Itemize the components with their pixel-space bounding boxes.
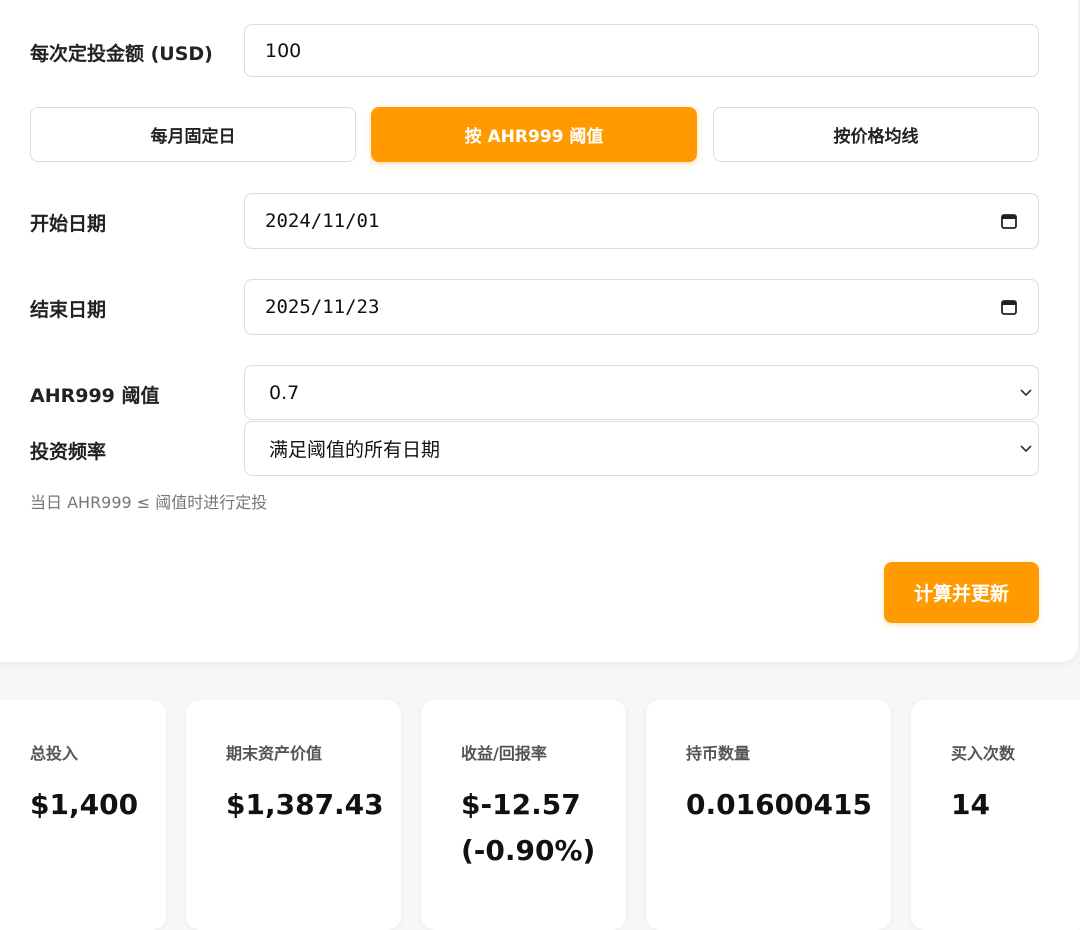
stat-value-percent: (-0.90%)	[461, 834, 596, 867]
threshold-select[interactable]: 0.7	[244, 365, 1039, 420]
amount-label: 每次定投金额 (USD)	[30, 43, 213, 65]
calculate-button[interactable]: 计算并更新	[884, 562, 1039, 623]
start-date-input[interactable]: 2024/11/01	[244, 193, 1039, 249]
mode-ahr999-button[interactable]: 按 AHR999 阈值	[371, 107, 697, 162]
mode-ma-button[interactable]: 按价格均线	[713, 107, 1039, 162]
mode-monthly-button[interactable]: 每月固定日	[30, 107, 356, 162]
calendar-icon[interactable]	[1000, 298, 1018, 316]
start-date-value: 2024/11/01	[265, 210, 380, 232]
stat-value: $1,400	[30, 788, 139, 821]
end-date-label: 结束日期	[30, 299, 107, 321]
stat-card-buy-count: 买入次数 14	[911, 700, 1080, 930]
frequency-value: 满足阈值的所有日期	[269, 439, 441, 461]
stat-label: 收益/回报率	[461, 744, 547, 763]
stat-value: 14	[951, 788, 990, 821]
chevron-down-icon	[1020, 441, 1032, 457]
threshold-hint: 当日 AHR999 ≤ 阈值时进行定投	[30, 493, 268, 512]
frequency-label: 投资频率	[30, 441, 107, 463]
stat-card-holdings: 持币数量 0.01600415	[646, 700, 891, 930]
amount-value: 100	[265, 39, 302, 62]
frequency-select[interactable]: 满足阈值的所有日期	[244, 421, 1039, 476]
mode-ahr999-label: 按 AHR999 阈值	[464, 127, 604, 147]
threshold-value: 0.7	[269, 381, 300, 404]
calendar-icon[interactable]	[1000, 212, 1018, 230]
amount-input[interactable]: 100	[244, 24, 1039, 77]
end-date-value: 2025/11/23	[265, 296, 380, 318]
stat-value: 0.01600415	[686, 788, 872, 821]
stat-label: 持币数量	[686, 744, 751, 763]
threshold-label: AHR999 阈值	[30, 385, 160, 407]
stat-label: 期末资产价值	[226, 744, 323, 763]
end-date-input[interactable]: 2025/11/23	[244, 279, 1039, 335]
mode-monthly-label: 每月固定日	[150, 127, 236, 147]
chevron-down-icon	[1020, 385, 1032, 401]
stat-value: $-12.57	[461, 788, 581, 821]
start-date-label: 开始日期	[30, 213, 107, 235]
stat-label: 买入次数	[951, 744, 1016, 763]
stat-card-return: 收益/回报率 $-12.57 (-0.90%)	[421, 700, 626, 930]
mode-ma-label: 按价格均线	[833, 127, 919, 147]
stat-value: $1,387.43	[226, 788, 384, 821]
stat-label: 总投入	[30, 744, 79, 763]
stat-card-final-value: 期末资产价值 $1,387.43	[186, 700, 401, 930]
stat-card-total-invested: 总投入 $1,400	[0, 700, 166, 930]
